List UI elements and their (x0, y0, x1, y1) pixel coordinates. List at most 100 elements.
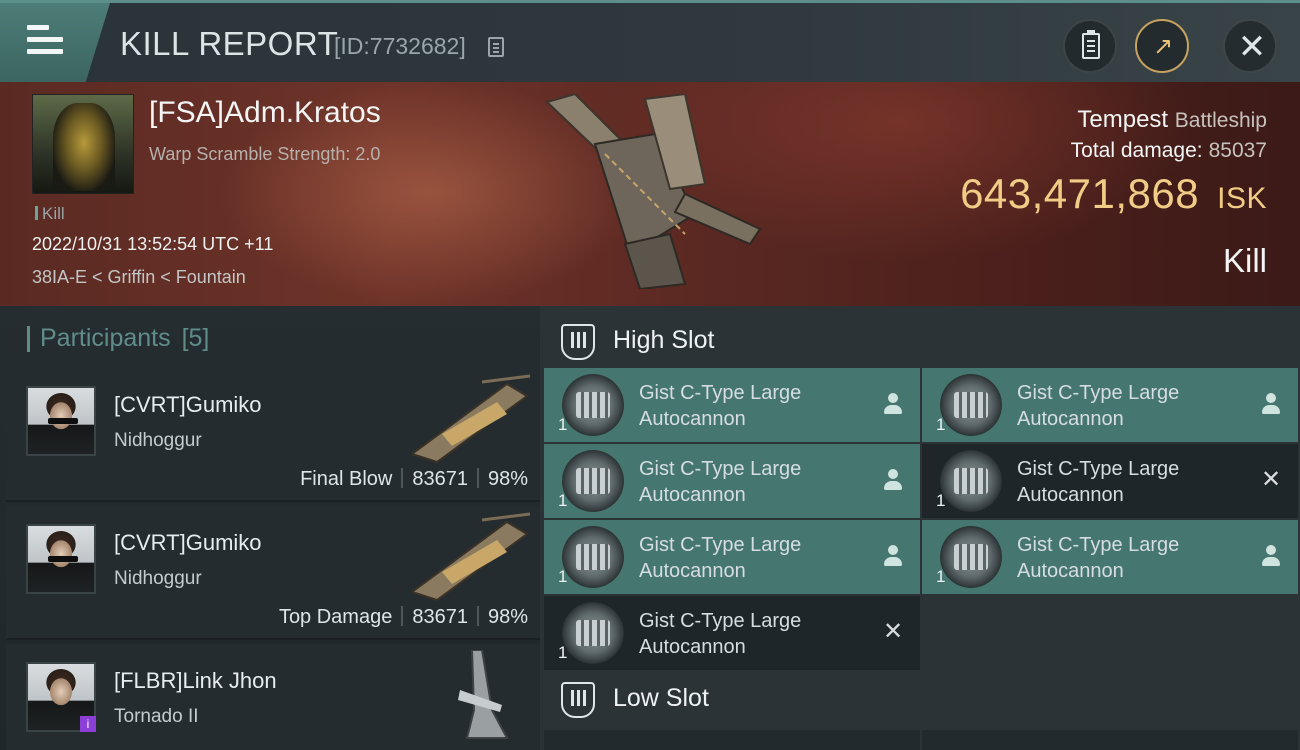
ship-name: Tempest (1077, 106, 1169, 133)
total-damage: Total damage: 85037 (1071, 139, 1267, 163)
participant-damage: 83671 (412, 468, 468, 490)
module-item[interactable] (544, 730, 920, 750)
ship-class: Battleship (1174, 109, 1267, 132)
stats-divider (476, 606, 479, 626)
avatar-glasses (48, 556, 78, 562)
victim-name[interactable]: [FSA]Adm.Kratos (149, 96, 381, 130)
participant-stats: Final Blow 83671 98% (300, 468, 528, 491)
module-item[interactable]: 1 Gist C-Type Large Autocannon ✕ (922, 444, 1298, 518)
module-name: Gist C-Type Large Autocannon (639, 382, 802, 430)
menu-icon[interactable] (27, 25, 63, 55)
report-id: [ID:7732682] (334, 33, 466, 59)
participant-percent: 98% (487, 606, 528, 628)
module-quantity: 1 (936, 415, 946, 434)
participant-damage: 83671 (412, 606, 468, 628)
high-slot-header: High Slot (540, 310, 1300, 370)
share-icon: ↗ (1152, 33, 1174, 60)
stats-divider (476, 468, 479, 488)
close-icon: ✕ (1237, 28, 1267, 66)
avatar[interactable] (26, 386, 96, 456)
autocannon-icon (940, 526, 1002, 588)
module-quantity: 1 (936, 491, 946, 510)
participants-panel: Participants [5] [CVRT]Gumiko Nidhoggur … (0, 306, 540, 750)
kill-result: Kill (1222, 242, 1267, 279)
kill-tag: Kill (35, 204, 65, 224)
header-bar: KILL REPORT [ID:7732682] ↗ ✕ (0, 0, 1300, 82)
autocannon-icon (940, 450, 1002, 512)
isk-amount: 643,471,868 (960, 170, 1200, 217)
ship-type[interactable]: Tempest Battleship (1077, 106, 1267, 134)
module-item[interactable] (922, 730, 1298, 750)
low-slot-title: Low Slot (613, 684, 709, 712)
participant-ship: Nidhoggur (114, 430, 202, 451)
module-quantity: 1 (558, 415, 568, 434)
autocannon-icon (940, 374, 1002, 436)
participant-row[interactable]: [CVRT]Gumiko Nidhoggur Top Damage 83671 98… (6, 506, 540, 640)
isk-unit: ISK (1217, 182, 1267, 215)
autocannon-icon (562, 602, 624, 664)
participants-heading[interactable]: Participants [5] (27, 324, 209, 353)
module-name: Gist C-Type Large Autocannon (639, 534, 802, 582)
module-item[interactable]: 1 Gist C-Type Large Autocannon (544, 520, 920, 594)
participant-row[interactable]: [CVRT]Gumiko Nidhoggur Final Blow 83671 98… (6, 368, 540, 502)
avatar[interactable]: i (26, 662, 96, 732)
share-button[interactable]: ↗ (1135, 19, 1189, 73)
destroyed-x-icon: ✕ (882, 618, 904, 645)
victim-portrait[interactable] (32, 94, 134, 194)
avatar-badge: i (80, 716, 96, 732)
participant-name[interactable]: [CVRT]Gumiko (114, 392, 262, 418)
participant-name[interactable]: [FLBR]Link Jhon (114, 668, 277, 694)
module-quantity: 1 (558, 491, 568, 510)
fitting-panel: High Slot 1 Gist C-Type Large Autocannon… (540, 306, 1300, 750)
autocannon-icon (562, 450, 624, 512)
module-item[interactable]: 1 Gist C-Type Large Autocannon ✕ (544, 596, 920, 670)
clipboard-icon (1082, 30, 1100, 59)
participant-ship: Tornado II (114, 706, 199, 727)
low-slot-header: Low Slot (540, 668, 1300, 728)
participant-role: Final Blow (300, 468, 393, 490)
module-item[interactable]: 1 Gist C-Type Large Autocannon (922, 520, 1298, 594)
participant-ship-image[interactable] (412, 512, 532, 602)
dropped-person-icon (1260, 392, 1282, 416)
kill-date: 2022/10/31 13:52:54 UTC +11 (32, 234, 274, 254)
module-quantity: 1 (558, 643, 568, 662)
high-slot-icon (561, 324, 595, 360)
participant-ship: Nidhoggur (114, 568, 202, 589)
stats-divider (401, 468, 404, 488)
autocannon-icon (562, 374, 624, 436)
victim-ship-image[interactable] (535, 94, 775, 289)
participant-ship-image[interactable] (412, 650, 532, 740)
copy-icon[interactable] (488, 37, 504, 57)
module-item[interactable]: 1 Gist C-Type Large Autocannon (544, 368, 920, 442)
dropped-person-icon (1260, 544, 1282, 568)
warp-scramble-strength: Warp Scramble Strength: 2.0 (149, 144, 381, 164)
destroyed-x-icon: ✕ (1260, 466, 1282, 493)
module-quantity: 1 (936, 567, 946, 586)
kill-location[interactable]: 38IA-E < Griffin < Fountain (32, 267, 246, 288)
module-quantity: 1 (558, 567, 568, 586)
module-name: Gist C-Type Large Autocannon (1017, 534, 1180, 582)
participant-role: Top Damage (278, 606, 393, 628)
module-name: Gist C-Type Large Autocannon (1017, 458, 1180, 506)
isk-value: 643,471,868 ISK (960, 170, 1267, 218)
high-slot-title: High Slot (613, 326, 715, 354)
participant-row[interactable]: i [FLBR]Link Jhon Tornado II (6, 644, 540, 750)
participant-name[interactable]: [CVRT]Gumiko (114, 530, 262, 556)
module-item[interactable]: 1 Gist C-Type Large Autocannon (922, 368, 1298, 442)
dropped-person-icon (882, 544, 904, 568)
autocannon-icon (562, 526, 624, 588)
total-damage-label: Total damage: (1070, 139, 1203, 162)
participant-stats: Top Damage 83671 98% (279, 606, 528, 629)
victim-banner: [FSA]Adm.Kratos Warp Scramble Strength: … (0, 82, 1300, 306)
participant-percent: 98% (487, 468, 528, 490)
stats-divider (401, 606, 404, 626)
participant-ship-image[interactable] (412, 374, 532, 464)
avatar[interactable] (26, 524, 96, 594)
close-button[interactable]: ✕ (1223, 19, 1277, 73)
participants-label: Participants (40, 324, 171, 352)
module-item[interactable]: 1 Gist C-Type Large Autocannon (544, 444, 920, 518)
page-title: KILL REPORT (120, 25, 339, 62)
module-name: Gist C-Type Large Autocannon (639, 458, 802, 506)
clipboard-button[interactable] (1063, 19, 1117, 73)
module-name: Gist C-Type Large Autocannon (1017, 382, 1180, 430)
